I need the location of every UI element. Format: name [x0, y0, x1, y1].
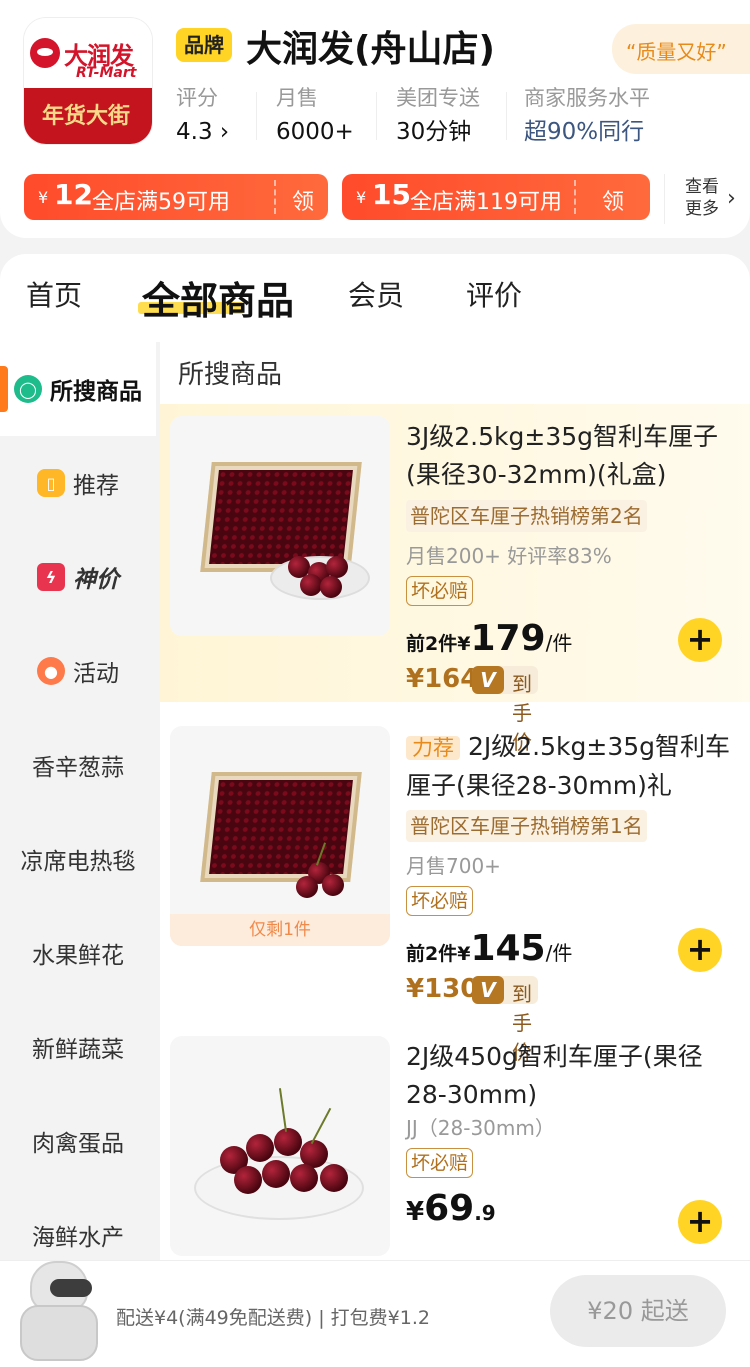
stat-rating[interactable]: 评分 4.3 ›: [176, 82, 229, 150]
product-sales: 月售200+ 好评率83%: [406, 544, 612, 568]
product-title: 3J级2.5kg±35g智利车厘子(果径30-32mm)(礼盒): [406, 422, 719, 489]
sidebar-item-search-results[interactable]: ◯ 所搜商品: [0, 342, 156, 436]
recommend-tag: 力荐: [406, 736, 460, 760]
store-name[interactable]: 大润发(舟山店): [246, 20, 495, 72]
product-card[interactable]: 仅剩1件 力荐 2J级2.5kg±35g智利车厘子(果径28-30mm)礼 普陀区…: [160, 714, 750, 1064]
quality-tag: “质量又好”: [612, 24, 750, 74]
stat-service-level: 商家服务水平 超90%同行: [524, 86, 650, 145]
tab-reviews[interactable]: 评价: [466, 274, 522, 314]
coupon-claim-button[interactable]: 领: [292, 184, 314, 216]
tab-membership[interactable]: 会员: [348, 274, 404, 314]
stat-monthly-sales: 月售 6000+: [276, 86, 354, 145]
sidebar-item-vegetables[interactable]: 新鲜蔬菜: [0, 1000, 156, 1094]
vip-icon: V: [472, 666, 504, 694]
add-to-cart-button[interactable]: +: [678, 1200, 722, 1244]
product-title: 2J级450g智利车厘子(果径28-30mm): [406, 1042, 703, 1109]
add-to-cart-button[interactable]: +: [678, 928, 722, 972]
store-logo[interactable]: 大润发 RT-Mart 年货大街: [24, 18, 152, 144]
sidebar-item-mats-blankets[interactable]: 凉席电热毯: [0, 812, 156, 906]
product-image[interactable]: [170, 416, 390, 636]
delivery-fee-info: 配送¥4(满49免配送费) | 打包费¥1.2: [116, 1307, 430, 1329]
sidebar-item-activity[interactable]: ● 活动: [0, 624, 156, 718]
product-card[interactable]: 2J级450g智利车厘子(果径28-30mm) JJ（28-30mm） 坏必赔 …: [160, 1024, 750, 1260]
product-sales: 月售700+: [406, 854, 501, 878]
sidebar-item-meat-eggs[interactable]: 肉禽蛋品: [0, 1094, 156, 1188]
logo-text-en: RT-Mart: [76, 65, 137, 81]
section-title: 所搜商品: [178, 360, 283, 390]
guarantee-tag: 坏必赔: [406, 576, 474, 606]
product-price: 前2件¥145/件: [406, 928, 573, 969]
search-icon: ◯: [14, 375, 42, 403]
coupon-12[interactable]: ¥ 12 全店满59可用 领: [24, 174, 328, 220]
vip-icon: V: [472, 976, 504, 1004]
tab-home[interactable]: 首页: [26, 274, 82, 314]
chevron-right-icon: ›: [727, 186, 736, 211]
tab-all-products[interactable]: 全部商品: [142, 270, 294, 325]
location-icon: ●: [37, 657, 65, 685]
product-price: 前2件¥179/件: [406, 618, 573, 659]
add-to-cart-button[interactable]: +: [678, 618, 722, 662]
product-image[interactable]: 仅剩1件: [170, 726, 390, 946]
product-list: 所搜商品 3J级2.5kg±35g智利车厘子(果径30-32mm)(礼盒) 普陀…: [160, 342, 750, 1260]
bottom-cart-bar: 配送¥4(满49免配送费) | 打包费¥1.2 ¥20 起送: [0, 1260, 750, 1367]
stock-note: 仅剩1件: [170, 914, 390, 946]
category-sidebar: ◯ 所搜商品 ▯ 推荐 ϟ 神价 ● 活动 香辛葱蒜 凉席电热毯 水果鲜花 新鲜…: [0, 342, 160, 1260]
tab-bar: 首页 全部商品 会员 评价: [0, 254, 750, 342]
sidebar-item-recommend[interactable]: ▯ 推荐: [0, 436, 156, 530]
view-more-coupons[interactable]: 查看更多 ›: [664, 174, 744, 224]
store-header: 大润发 RT-Mart 年货大街 品牌 大润发(舟山店) “质量又好” 评分 4…: [0, 0, 750, 238]
ranking-badge[interactable]: 普陀区车厘子热销榜第2名: [406, 500, 647, 532]
logo-banner: 年货大街: [42, 103, 131, 129]
product-title: 力荐 2J级2.5kg±35g智利车厘子(果径28-30mm)礼: [406, 732, 731, 800]
min-order-button[interactable]: ¥20 起送: [550, 1275, 726, 1347]
coupon-15[interactable]: ¥ 15 全店满119可用 领: [342, 174, 650, 220]
product-card[interactable]: 3J级2.5kg±35g智利车厘子(果径30-32mm)(礼盒) 普陀区车厘子热…: [160, 404, 750, 754]
brand-badge: 品牌: [176, 28, 232, 62]
cart-mascot-icon[interactable]: [20, 1261, 100, 1361]
guarantee-tag: 坏必赔: [406, 886, 474, 916]
coupon-claim-button[interactable]: 领: [602, 184, 624, 216]
sidebar-item-spices[interactable]: 香辛葱蒜: [0, 718, 156, 812]
product-image[interactable]: [170, 1036, 390, 1256]
product-spec: JJ（28-30mm）: [406, 1116, 555, 1140]
stat-delivery: 美团专送 30分钟: [396, 86, 480, 145]
sidebar-item-fruits-flowers[interactable]: 水果鲜花: [0, 906, 156, 1000]
product-price: ¥69.9: [406, 1188, 496, 1229]
ranking-badge[interactable]: 普陀区车厘子热销榜第1名: [406, 810, 647, 842]
lightning-icon: ϟ: [37, 563, 65, 591]
logo-mark-icon: [30, 38, 60, 68]
sidebar-item-deal-price[interactable]: ϟ 神价: [0, 530, 156, 624]
guarantee-tag: 坏必赔: [406, 1148, 474, 1178]
recommend-icon: ▯: [37, 469, 65, 497]
